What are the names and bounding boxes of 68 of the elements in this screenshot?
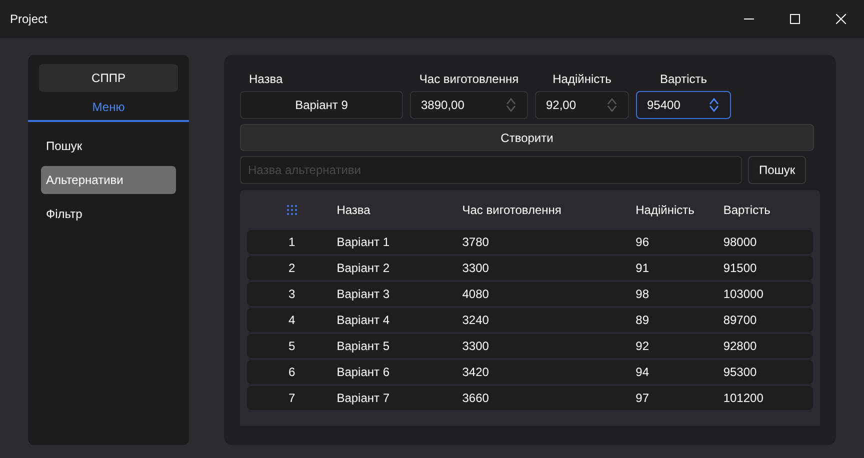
sidebar-title: СППР	[39, 64, 178, 92]
table-cell-text: 91500	[723, 260, 758, 277]
field-label: Назва	[248, 71, 284, 88]
create-button[interactable]: Створити	[240, 124, 814, 151]
table-row[interactable]: 5 Варіант 5 3300 92 92800	[247, 334, 813, 358]
spinner-icon[interactable]	[606, 97, 618, 113]
column-header: Вартість	[723, 202, 772, 219]
table-cell-text: 5	[288, 338, 296, 355]
table-cell-text: Варіант 6	[336, 364, 391, 381]
table-cell-text: 2	[288, 260, 296, 277]
field-label: Вартість	[659, 71, 708, 88]
table-cell-text: 92800	[723, 338, 758, 355]
column-header: Час виготовлення	[462, 202, 562, 219]
input-field[interactable]: 92,00	[535, 91, 629, 119]
menu-tab[interactable]: Меню	[28, 94, 189, 122]
maximize-icon	[790, 14, 800, 24]
table-cell-text: 91	[636, 260, 650, 277]
table-row[interactable]: 7 Варіант 7 3660 97 101200	[247, 386, 813, 410]
table-cell-text: 98000	[723, 234, 758, 251]
table-cell-text: 3300	[462, 260, 490, 277]
table-cell-text: 101200	[723, 390, 764, 407]
field-label: Час виготовлення	[418, 71, 520, 88]
input-field[interactable]: 95400	[636, 91, 731, 119]
table-cell-text: Варіант 1	[336, 234, 391, 251]
table-cell-text: 7	[288, 390, 296, 407]
table-cell-text: Варіант 4	[336, 312, 391, 329]
table-cell-text: 92	[636, 338, 650, 355]
table-cell-text: 89	[636, 312, 650, 329]
table-cell-text: 3300	[462, 338, 490, 355]
table-cell-text: 4	[288, 312, 296, 329]
field-label: Надійність	[552, 71, 612, 88]
table-row[interactable]: 3 Варіант 3 4080 98 103000	[247, 282, 813, 306]
table-cell-text: 1	[288, 234, 296, 251]
table-cell-text: 94	[636, 364, 650, 381]
table-cell-text: 3240	[462, 312, 490, 329]
close-icon	[836, 14, 846, 24]
sidebar-item[interactable]: Фільтр	[41, 200, 176, 228]
table-cell-text: 3420	[462, 364, 490, 381]
grid-icon[interactable]	[286, 205, 297, 215]
table-cell-text: 103000	[723, 286, 764, 303]
input-field[interactable]: 3890,00	[410, 91, 528, 119]
table-cell-text: 98	[636, 286, 650, 303]
table-cell-text: 4080	[462, 286, 490, 303]
table-cell-text: 89700	[723, 312, 758, 329]
table-cell-text: 3	[288, 286, 296, 303]
table-cell-text: Варіант 5	[336, 338, 391, 355]
table-row[interactable]: 2 Варіант 2 3300 91 91500	[247, 256, 813, 280]
spinner-icon[interactable]	[505, 97, 517, 113]
sidebar-item[interactable]: Пошук	[41, 132, 176, 160]
column-header: Назва	[336, 202, 372, 219]
table-cell-text: Варіант 2	[336, 260, 391, 277]
table-cell-text: 3660	[462, 390, 490, 407]
table-cell-text: Варіант 3	[336, 286, 391, 303]
table-cell-text: 6	[288, 364, 296, 381]
column-header: Надійність	[636, 202, 696, 219]
input-field[interactable]: Варіант 9	[240, 91, 403, 119]
spinner-icon[interactable]	[708, 97, 720, 113]
search-button[interactable]: Пошук	[748, 156, 806, 184]
table-cell-text: Варіант 7	[336, 390, 391, 407]
table-row[interactable]: 4 Варіант 4 3240 89 89700	[247, 308, 813, 332]
table-cell-text: 3780	[462, 234, 490, 251]
table-row[interactable]: 6 Варіант 6 3420 94 95300	[247, 360, 813, 384]
table-row[interactable]: 1 Варіант 1 3780 96 98000	[247, 230, 813, 254]
table-cell-text: 97	[636, 390, 650, 407]
table-cell-text: 96	[636, 234, 650, 251]
window-title: Project	[10, 11, 48, 28]
table-cell-text: 95300	[723, 364, 758, 381]
sidebar-item[interactable]: Альтернативи	[41, 166, 176, 194]
